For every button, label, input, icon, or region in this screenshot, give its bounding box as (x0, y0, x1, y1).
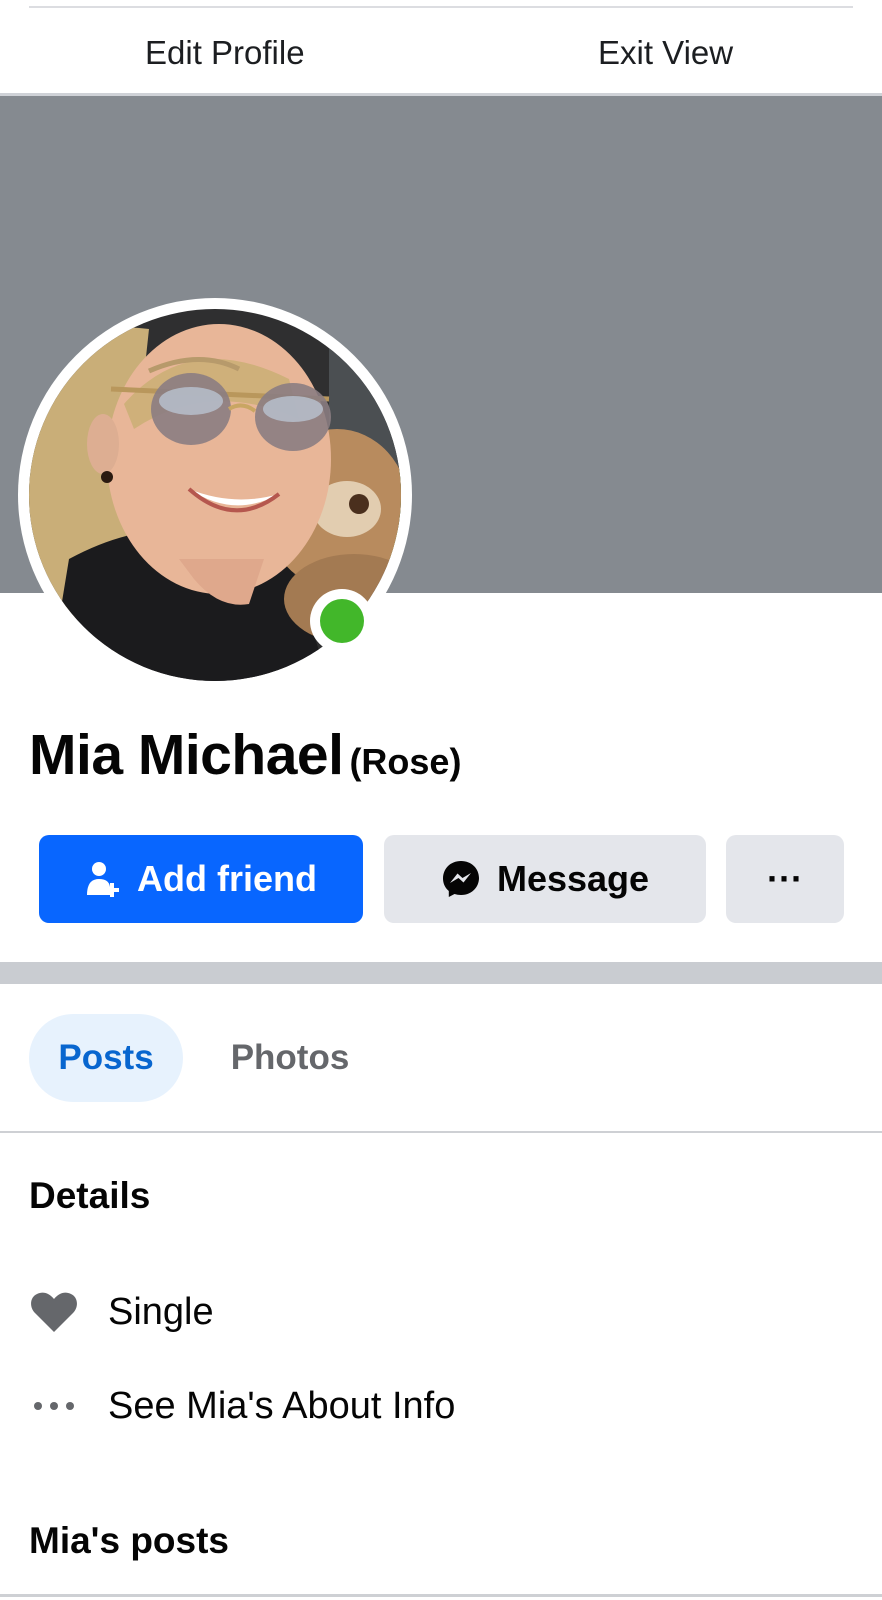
details-heading: Details (29, 1175, 151, 1216)
tab-photos[interactable]: Photos (205, 1014, 375, 1102)
detail-relationship: Single (29, 1286, 214, 1338)
view-as-bar: Edit Profile Exit View (0, 8, 882, 94)
add-friend-label: Add friend (137, 858, 317, 899)
more-options-button[interactable]: ··· (726, 835, 844, 923)
profile-name-row: Mia Michael (Rose) (29, 722, 461, 788)
posts-heading: Mia's posts (29, 1520, 230, 1561)
edit-profile-link[interactable]: Edit Profile (145, 34, 305, 72)
add-friend-button[interactable]: Add friend (39, 835, 363, 923)
heart-icon (29, 1291, 79, 1333)
section-divider (0, 962, 882, 984)
online-status-dot (320, 599, 364, 643)
add-friend-icon (85, 861, 121, 897)
message-label: Message (496, 858, 650, 899)
messenger-icon (441, 859, 481, 899)
tabs-divider (0, 1131, 882, 1133)
profile-alternate-name: (Rose) (349, 741, 462, 782)
relationship-status: Single (108, 1290, 214, 1333)
message-button[interactable]: Message (384, 835, 706, 923)
profile-name: Mia Michael (29, 723, 344, 787)
bottom-divider (0, 1594, 882, 1597)
about-info-link: See Mia's About Info (108, 1384, 456, 1427)
detail-about-info[interactable]: See Mia's About Info (29, 1380, 455, 1432)
exit-view-link[interactable]: Exit View (598, 34, 733, 72)
tab-posts[interactable]: Posts (29, 1014, 183, 1102)
more-dots-icon (29, 1401, 79, 1411)
more-options-icon: ··· (767, 858, 803, 899)
